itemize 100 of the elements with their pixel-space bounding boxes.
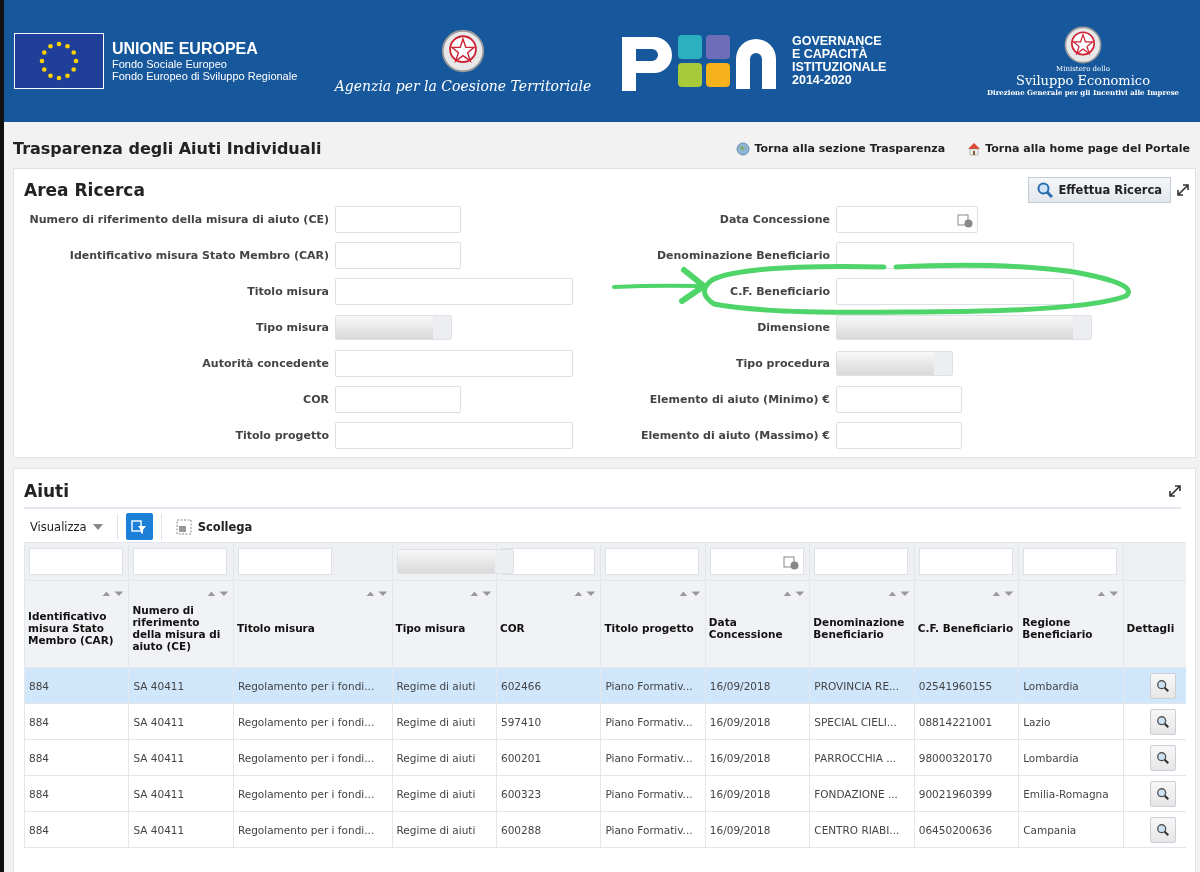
page-title: Trasparenza degli Aiuti Individuali <box>13 139 322 158</box>
field-label: Titolo misura <box>246 285 330 298</box>
column-header: Numero di riferimento della misura di aiuto (CE) <box>132 604 222 652</box>
filter-date-field[interactable] <box>709 548 804 575</box>
header-cell[interactable]: Numero di riferimento della misura di aiuto (CE) <box>128 580 234 668</box>
table-cell: 16/09/2018 <box>709 679 771 692</box>
table-cell: PARROCCHIA ... <box>814 751 897 764</box>
expand-icon[interactable] <box>1169 485 1181 497</box>
table-cell: Lombardia <box>1023 679 1079 692</box>
sort-icon[interactable] <box>887 589 910 597</box>
table-row[interactable]: 884 SA 40411 Regolamento per i fondi... Regime di aiuti 600323 Piano Formativ... 16/09/2018 FONDAZIONE ... 90021960399 Emilia-Romagna <box>24 775 1186 812</box>
filter-field[interactable] <box>133 548 228 575</box>
search-icon <box>1156 750 1171 765</box>
header-cell[interactable]: Regione Beneficiario <box>1018 580 1124 668</box>
sort-icon[interactable] <box>102 589 125 597</box>
details-button[interactable] <box>1150 744 1177 771</box>
search-icon <box>1037 182 1054 198</box>
column-header: Denominazione Beneficiario <box>813 616 906 640</box>
dropdown[interactable] <box>836 315 1092 340</box>
sort-icon[interactable] <box>783 589 806 597</box>
field-label: Numero di riferimento della misura di aiuto (CE) <box>28 213 330 226</box>
emblem-icon <box>1063 25 1103 65</box>
filter-field[interactable] <box>918 548 1013 575</box>
table-cell: 884 <box>29 679 50 692</box>
input-field[interactable] <box>836 278 1074 305</box>
filter-field[interactable] <box>1023 548 1118 575</box>
input-field[interactable] <box>335 422 573 449</box>
home-icon <box>967 141 982 156</box>
search-icon <box>1156 714 1171 729</box>
sort-icon[interactable] <box>992 589 1015 597</box>
table-cell: 08814221001 <box>918 715 993 728</box>
header-cell[interactable]: Denominazione Beneficiario <box>809 580 915 668</box>
programme-text: ISTITUZIONALE <box>792 61 887 74</box>
field-label: Autorità concedente <box>201 357 330 370</box>
table-cell: 602466 <box>501 679 542 692</box>
input-field[interactable] <box>836 386 962 413</box>
sort-icon[interactable] <box>678 589 701 597</box>
field-label: Denominazione Beneficiario <box>655 249 831 262</box>
column-header: Regione Beneficiario <box>1022 616 1094 640</box>
header-cell[interactable]: Titolo progetto <box>600 580 706 668</box>
sort-icon[interactable] <box>470 589 492 597</box>
field-label: Dimensione <box>756 321 831 334</box>
table-cell: 16/09/2018 <box>709 715 771 728</box>
header-cell[interactable]: Data Concessione <box>705 580 810 668</box>
header-cell[interactable]: Titolo misura <box>233 580 393 668</box>
filter-button[interactable] <box>125 513 153 540</box>
table-cell: FONDAZIONE ... <box>814 787 898 800</box>
search-button[interactable]: Effettua Ricerca <box>1028 177 1171 203</box>
filter-field[interactable] <box>814 548 909 575</box>
nav-link[interactable]: Torna alla home page del Portale <box>967 141 1190 156</box>
table-cell: 06450200636 <box>918 823 993 836</box>
dropdown[interactable] <box>836 351 953 376</box>
details-button[interactable] <box>1150 672 1177 699</box>
filter-icon <box>131 518 148 535</box>
input-field[interactable] <box>335 350 573 377</box>
date-field[interactable] <box>836 206 978 233</box>
details-button[interactable] <box>1150 708 1177 735</box>
programme-text: GOVERNANCE <box>792 35 883 48</box>
filter-field[interactable] <box>237 548 332 575</box>
eu-flag-icon <box>14 33 104 89</box>
sort-icon[interactable] <box>574 589 597 597</box>
table-row[interactable]: 884 SA 40411 Regolamento per i fondi... Regime di aiuti 600288 Piano Formativ... 16/09/2018 CENTRO RIABI... 06450200636 Campania <box>24 811 1186 848</box>
input-field[interactable] <box>335 206 461 233</box>
eu-fund-text: Fondo Sociale Europeo <box>112 58 228 70</box>
table-cell: Regolamento per i fondi... <box>237 823 375 836</box>
view-menu[interactable]: Visualizza <box>24 517 109 536</box>
table-cell: 16/09/2018 <box>709 787 771 800</box>
input-field[interactable] <box>335 242 461 269</box>
dropdown[interactable] <box>335 315 452 340</box>
table-row[interactable]: 884 SA 40411 Regolamento per i fondi... Regime di aiuti 597410 Piano Formativ... 16/09/2018 SPECIAL CIELI... 08814221001 Lazio <box>24 703 1186 740</box>
expand-icon[interactable] <box>1177 184 1189 196</box>
table-row[interactable]: 884 SA 40411 Regolamento per i fondi... Regime di aiuti 602466 Piano Formativ... 16/09/2018 PROVINCIA RE... 02541960155 Lombardia <box>24 667 1186 704</box>
input-field[interactable] <box>335 386 461 413</box>
sort-icon[interactable] <box>365 589 388 597</box>
table-cell: 02541960155 <box>918 679 993 692</box>
input-field[interactable] <box>836 422 962 449</box>
details-button[interactable] <box>1150 816 1177 843</box>
sort-icon[interactable] <box>206 589 229 597</box>
table-cell: Piano Formativ... <box>605 787 693 800</box>
filter-field[interactable] <box>605 548 700 575</box>
table-cell: SPECIAL CIELI... <box>814 715 897 728</box>
table-cell: 16/09/2018 <box>709 823 771 836</box>
input-field[interactable] <box>335 278 573 305</box>
table-row[interactable]: 884 SA 40411 Regolamento per i fondi... Regime di aiuti 600201 Piano Formativ... 16/09/2018 PARROCCHIA ... 98000320170 Lombardia <box>24 739 1186 776</box>
sort-icon[interactable] <box>1096 589 1119 597</box>
column-header: Dettagli <box>1126 622 1176 634</box>
details-button[interactable] <box>1150 780 1177 807</box>
header-cell[interactable]: COR <box>496 580 601 668</box>
header-cell[interactable]: Tipo misura <box>392 580 497 668</box>
table-cell: 884 <box>29 823 50 836</box>
table-cell: Regime di aiuti <box>396 823 476 836</box>
table-cell: Regolamento per i fondi... <box>237 751 375 764</box>
filter-field[interactable] <box>29 548 123 575</box>
header-cell[interactable]: Dettagli <box>1123 580 1186 668</box>
header-cell[interactable]: Identificativo misura Stato Membro (CAR) <box>24 580 129 668</box>
detach-button[interactable]: Scollega <box>169 517 259 536</box>
nav-link[interactable]: Torna alla sezione Trasparenza <box>736 141 946 156</box>
table-cell: 600288 <box>501 823 542 836</box>
header-cell[interactable]: C.F. Beneficiario <box>914 580 1019 668</box>
calendar-icon <box>957 211 973 228</box>
